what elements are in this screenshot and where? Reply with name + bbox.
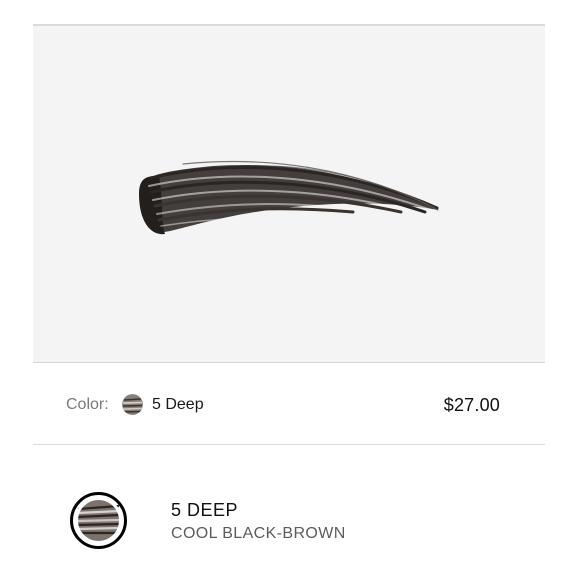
color-selector-row: Color: 5 Deep $27.00 [33, 365, 545, 444]
shade-swatch-5-deep[interactable] [70, 492, 127, 549]
selected-color-chip[interactable] [122, 394, 143, 415]
shade-description: COOL BLACK-BROWN [171, 525, 346, 542]
shade-swatch-icon [70, 492, 127, 549]
brow-stroke-swatch [139, 160, 439, 235]
brow-stroke [139, 160, 439, 235]
color-label: Color: [66, 396, 109, 413]
color-chip-icon [122, 394, 143, 415]
middle-divider [33, 444, 545, 445]
product-price: $27.00 [443, 395, 500, 415]
shade-title: 5 DEEP [171, 500, 239, 520]
selected-color-name: 5 Deep [152, 396, 204, 413]
product-swatch-image [33, 25, 545, 363]
